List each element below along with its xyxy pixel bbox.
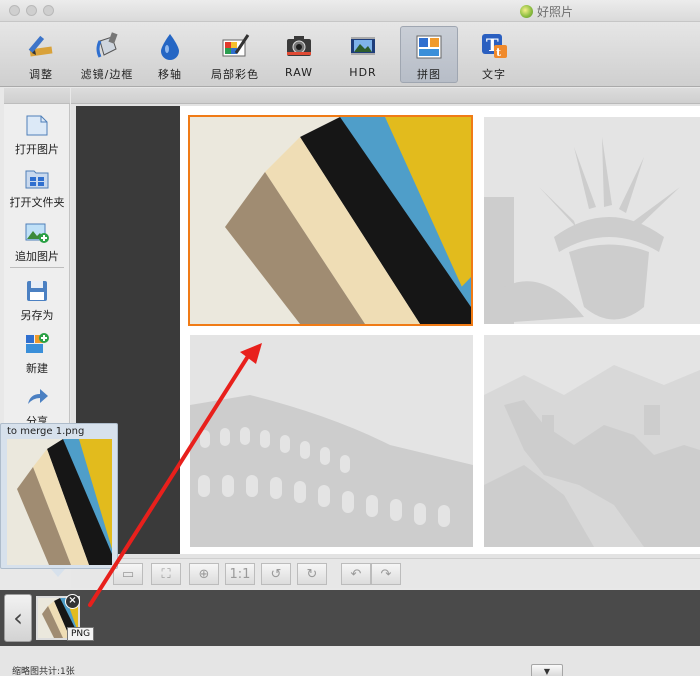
collage-cell-3[interactable] [190,335,473,547]
tool-text-label: 文字 [482,68,506,81]
redo-icon: ↷ [380,566,392,582]
status-bar: 缩略图共计:1张 ▼ [0,646,700,676]
canvas-header [71,88,700,104]
water-drop-icon [153,29,187,63]
frame-icon: ▭ [121,566,135,582]
colosseum-placeholder-icon [190,335,473,547]
sidebar-add-image[interactable]: 追加图片 [4,219,70,264]
sidebar-new-label: 新建 [26,362,48,375]
tool-hdr-label: HDR [349,66,377,79]
tool-raw[interactable]: RAW [280,26,318,83]
sidebar-save-as[interactable]: 另存为 [4,278,70,323]
tool-tilt-shift[interactable]: 移轴 [152,26,188,83]
drag-photo [7,439,112,565]
sidebar-open-image-label: 打开图片 [15,143,59,156]
sidebar-divider [10,267,64,268]
center-button[interactable]: ⊕ [189,563,219,585]
tool-local-color[interactable]: 局部彩色 [208,26,262,83]
hdr-film-icon [346,29,380,63]
actual-size-label: 1:1 [229,566,251,582]
drag-filename: to merge 1.png [7,426,85,437]
tool-filter-frame-label: 滤镜/边框 [80,68,134,81]
window-title: 好照片 [520,3,573,19]
collage-icon [412,30,446,63]
sidebar-new[interactable]: 新建 [4,331,70,376]
sidebar-open-folder[interactable]: 打开文件夹 [4,165,70,210]
file-type-badge: PNG [67,627,95,641]
rotate-right-button[interactable]: ↻ [297,563,327,585]
undo-icon: ↶ [350,566,362,582]
save-disk-icon [27,281,47,301]
ruler-pencil-icon [24,29,58,63]
share-icon [28,389,48,404]
chevron-left-icon: ‹ [13,604,23,632]
collage-cell-4[interactable] [484,335,700,547]
tool-collage-label: 拼图 [417,68,441,81]
thumbnail-count: 缩略图共计:1张 [12,667,75,676]
camera-icon [282,29,316,63]
remove-thumbnail-button[interactable]: × [65,594,80,609]
close-window-button[interactable] [9,5,20,16]
sidebar-open-folder-label: 打开文件夹 [9,196,65,209]
minimize-window-button[interactable] [26,5,37,16]
chevron-down-icon: ▼ [543,666,551,676]
collage-board [180,106,700,554]
great-wall-placeholder-icon [484,335,700,547]
color-brush-icon [218,29,252,63]
tool-text[interactable]: Tt 文字 [474,26,514,83]
paint-bucket-icon [90,29,124,63]
sidebar-add-image-label: 追加图片 [15,250,59,263]
tool-hdr[interactable]: HDR [343,26,383,83]
view-controls: ▭ ⛶ ⊕ 1:1 ↺ ↻ ↶ ↷ [71,558,700,588]
actual-size-button[interactable]: 1:1 [225,563,255,585]
crop-button[interactable]: ⛶ [151,563,181,585]
zoom-window-button[interactable] [43,5,54,16]
close-icon: × [68,595,77,606]
rotate-right-icon: ↻ [306,566,318,582]
photo-stripes [190,117,471,324]
rotate-left-button[interactable]: ↺ [261,563,291,585]
collage-cell-2[interactable] [484,117,700,324]
sidebar-save-as-label: 另存为 [20,309,54,322]
tool-tilt-shift-label: 移轴 [158,68,182,81]
tool-filter-frame[interactable]: 滤镜/边框 [78,26,136,83]
tool-raw-label: RAW [285,66,313,79]
tool-collage[interactable]: 拼图 [400,26,458,83]
app-logo-icon [520,4,533,18]
sidebar-open-image[interactable]: 打开图片 [4,112,70,157]
tool-local-color-label: 局部彩色 [211,68,259,81]
rotate-left-icon: ↺ [270,566,282,582]
crosshair-icon: ⊕ [198,566,210,582]
crop-icon: ⛶ [161,566,171,582]
text-t-icon: Tt [477,29,511,63]
window-title-text: 好照片 [537,4,574,19]
add-image-icon [25,223,49,243]
liberty-placeholder-icon [484,117,700,324]
drag-preview: to merge 1.png [0,423,118,569]
filmstrip-toggle-button[interactable]: ▼ [531,664,563,676]
title-bar: 好照片 [0,0,700,22]
redo-button[interactable]: ↷ [371,563,401,585]
open-folder-icon [25,170,49,189]
main-toolbar: 调整 滤镜/边框 移轴 局部彩色 RAW HDR 拼图 T t 文字 [0,22,700,87]
drag-preview-image [7,439,112,565]
undo-button[interactable]: ↶ [341,563,371,585]
drag-preview-pointer [51,569,65,577]
sidebar-header [4,88,70,104]
collage-cell-1[interactable] [188,115,473,326]
filmstrip-back-button[interactable]: ‹ [4,594,32,642]
open-image-icon [26,115,48,136]
new-collage-icon [26,333,49,353]
tool-adjust-label: 调整 [29,68,53,81]
filmstrip: ‹ [0,590,700,646]
tool-adjust[interactable]: 调整 [20,26,62,83]
